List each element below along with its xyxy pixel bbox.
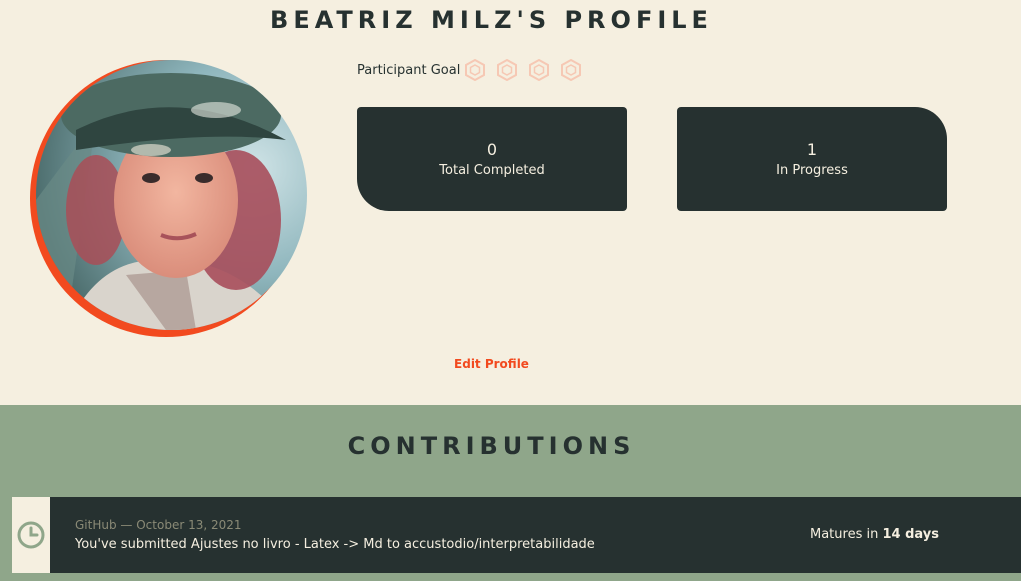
stat-label: In Progress bbox=[776, 163, 848, 178]
matures-info: Matures in 14 days bbox=[810, 527, 939, 542]
contributions-section: CONTRIBUTIONS GitHub — October 13, 2021 … bbox=[0, 405, 1021, 581]
contributions-title: CONTRIBUTIONS bbox=[347, 432, 636, 460]
goal-label: Participant Goal bbox=[357, 62, 461, 78]
page-title: BEATRIZ MILZ'S PROFILE bbox=[270, 6, 713, 34]
goal-badges bbox=[464, 58, 582, 82]
matures-prefix: Matures in bbox=[810, 527, 883, 542]
hexagon-badge-icon bbox=[528, 58, 550, 82]
contribution-date: October 13, 2021 bbox=[136, 518, 242, 532]
stat-value: 0 bbox=[486, 140, 498, 159]
matures-value: 14 days bbox=[882, 527, 939, 542]
contribution-meta: GitHub — October 13, 2021 bbox=[75, 518, 242, 532]
contribution-source: GitHub bbox=[75, 518, 117, 532]
meta-separator: — bbox=[116, 518, 137, 532]
contribution-item[interactable]: GitHub — October 13, 2021 You've submitt… bbox=[12, 497, 1021, 573]
participant-goal: Participant Goal bbox=[357, 58, 582, 82]
stat-value: 1 bbox=[806, 140, 818, 159]
stat-total-completed: 0 Total Completed bbox=[357, 107, 627, 211]
stat-label: Total Completed bbox=[439, 163, 545, 178]
edit-profile-link[interactable]: Edit Profile bbox=[0, 357, 983, 371]
hexagon-badge-icon bbox=[464, 58, 486, 82]
avatar-photo bbox=[36, 60, 307, 330]
stat-in-progress: 1 In Progress bbox=[677, 107, 947, 211]
clock-icon bbox=[12, 497, 50, 573]
hexagon-badge-icon bbox=[560, 58, 582, 82]
avatar bbox=[30, 60, 307, 337]
hexagon-badge-icon bbox=[496, 58, 518, 82]
contribution-text: You've submitted Ajustes no livro - Late… bbox=[75, 537, 595, 552]
